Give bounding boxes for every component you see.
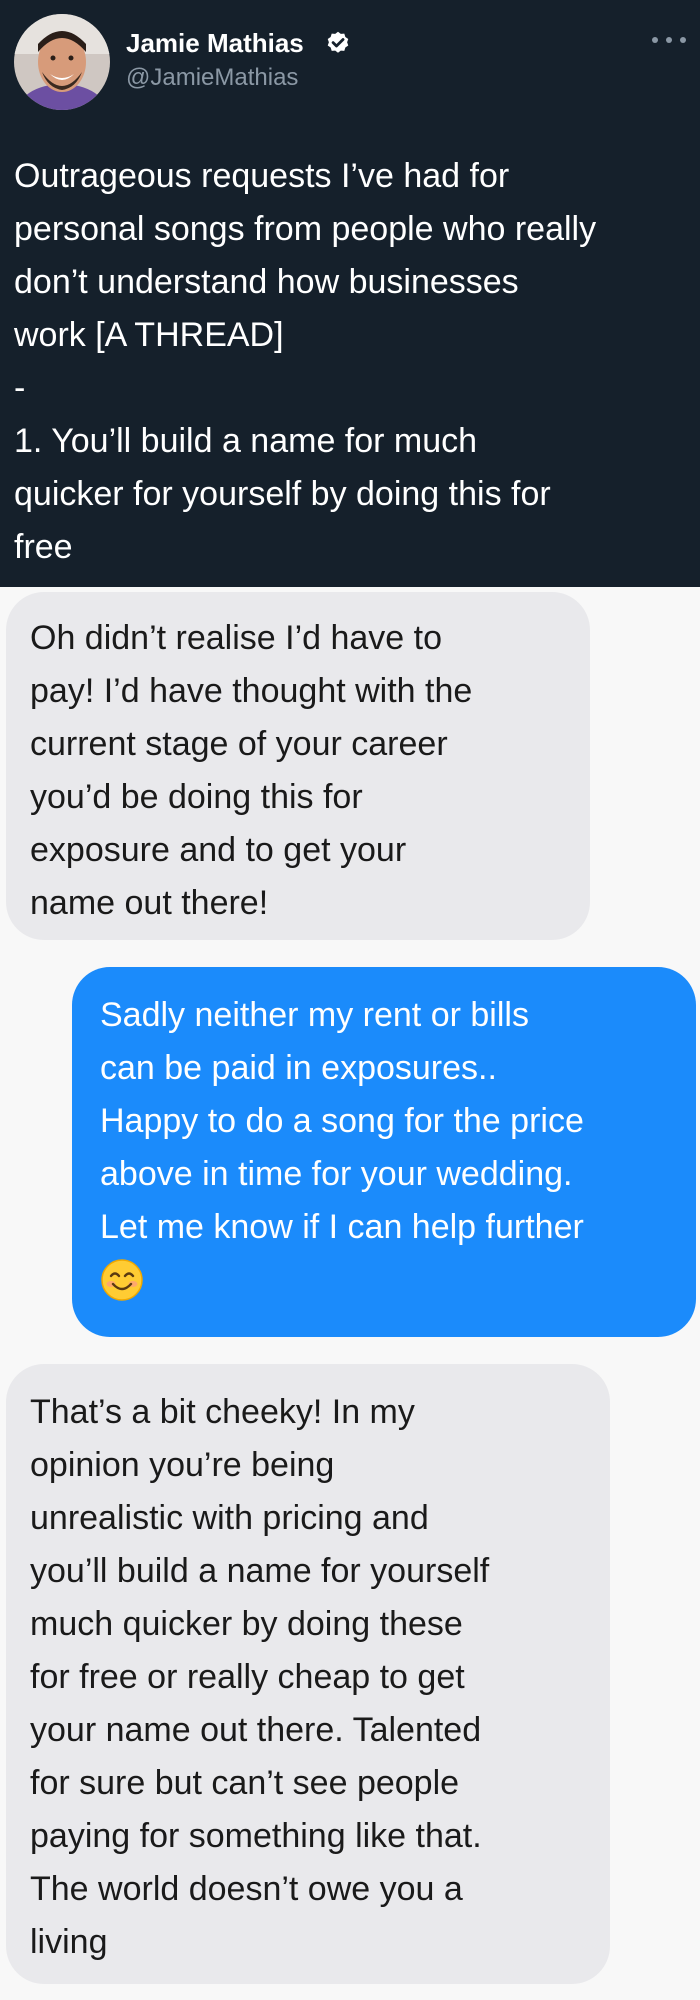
more-dots-icon[interactable] [652,30,686,50]
message-line: Happy to do a song for the price [100,1102,584,1140]
sent-message-bubble: Sadly neither my rent or bills can be pa… [72,967,696,1337]
message-screenshot: Oh didn’t realise I’d have to pay! I’d h… [0,587,700,2000]
tweet-line: personal songs from people who really [14,210,597,248]
smiling-face-emoji-icon [101,1259,143,1301]
tweet-line: quicker for yourself by doing this for [14,475,551,513]
tweet-line: work [A THREAD] [14,316,284,354]
message-line: living [30,1923,108,1961]
message-line: for free or really cheap to get [30,1658,465,1696]
received-message-bubble: That’s a bit cheeky! In my opinion you’r… [6,1364,610,1984]
avatar[interactable] [14,14,110,110]
message-line: can be paid in exposures.. [100,1049,497,1087]
author-handle[interactable]: @JamieMathias [126,64,298,92]
message-line: much quicker by doing these [30,1605,463,1643]
tweet-line: free [14,528,73,566]
message-line: unrealistic with pricing and [30,1499,429,1537]
received-message-bubble: Oh didn’t realise I’d have to pay! I’d h… [6,592,590,940]
message-line: The world doesn’t owe you a [30,1870,463,1908]
tweet-line: don’t understand how businesses [14,263,519,301]
author-name[interactable]: Jamie Mathias [126,28,304,59]
message-line: opinion you’re being [30,1446,335,1484]
message-line: current stage of your career [30,725,448,763]
tweet-line: - [14,369,26,407]
tweet-line: Outrageous requests I’ve had for [14,157,510,195]
tweet-line: 1. You’ll build a name for much [14,422,478,460]
message-line: you’ll build a name for yourself [30,1552,490,1590]
message-line: above in time for your wedding. [100,1155,573,1193]
tweet-text: Outrageous requests I’ve had for persona… [14,150,686,574]
message-line: for sure but can’t see people [30,1764,460,1802]
verified-badge-icon [327,31,349,53]
message-line: name out there! [30,884,269,922]
message-line: Let me know if I can help further [100,1208,584,1246]
tweet-card: Jamie Mathias @JamieMathias Outrageous r… [0,0,700,587]
message-line: paying for something like that. [30,1817,482,1855]
message-line: Sadly neither my rent or bills [100,996,529,1034]
message-line: your name out there. Talented [30,1711,482,1749]
message-line: Oh didn’t realise I’d have to [30,619,443,657]
message-line: That’s a bit cheeky! In my [30,1393,415,1431]
message-line: pay! I’d have thought with the [30,672,473,710]
message-line: exposure and to get your [30,831,407,869]
message-line: you’d be doing this for [30,778,363,816]
